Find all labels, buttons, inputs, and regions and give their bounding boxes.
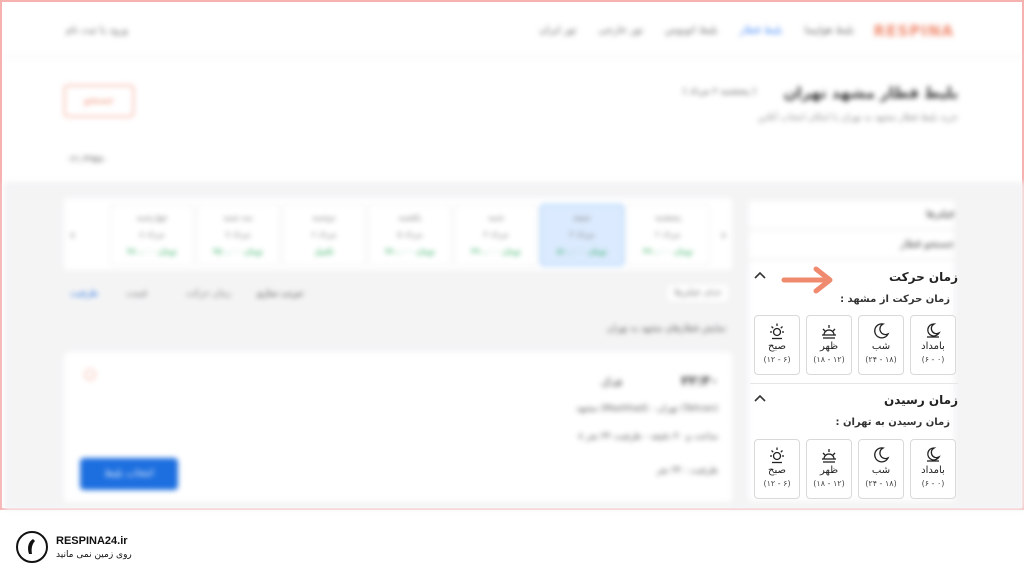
day-option[interactable]: چهارشنبه ۸ مرداد ۴۸۰,۰۰۰ تومان [110, 204, 194, 266]
departure-subtitle: زمان حرکت از مشهد : [840, 294, 950, 305]
brand-tagline: روی زمین نمی مانید [56, 550, 132, 560]
trip-capacity: ظرفیت : ۳۴ نفر [656, 466, 718, 476]
time-filter-panel: زمان حرکت زمان حرکت از مشهد : بامداد (۰ … [750, 260, 958, 510]
sun-icon [770, 323, 784, 340]
arrival-slot-dawn[interactable]: بامداد (۰ - ۶) [910, 439, 956, 499]
arrival-slots: بامداد (۰ - ۶) شب (۱۸ - ۲۴) ظهر (۱۲ - ۱۸… [750, 439, 956, 501]
moon-icon [927, 323, 941, 338]
arrival-section-header[interactable]: زمان رسیدن [750, 389, 958, 413]
departure-section-header[interactable]: زمان حرکت [750, 266, 958, 290]
nav-item-bus[interactable]: بلیط اتوبوس [665, 25, 718, 36]
sort-label: مرتب سازی: [256, 289, 305, 299]
trip-route: مشهد (Mashhad) - تهران (Tehran) [576, 404, 718, 414]
day-option[interactable]: سه شنبه ۷ مرداد ۴۵۰,۰۰۰ تومان [196, 204, 280, 266]
chevron-up-icon[interactable] [752, 268, 768, 284]
day-option-selected[interactable]: جمعه ۳ مرداد ۵۱۰,۰۰۰ تومان [540, 204, 624, 266]
buy-ticket-button[interactable]: انتخاب بلیط [80, 458, 178, 490]
trip-time: ۲۲:۳۰ [681, 374, 718, 389]
next-arrow-icon[interactable]: › [721, 228, 726, 242]
brand-name: RESPINA24.ir [56, 535, 128, 547]
login-link[interactable]: ورود یا ثبت نام [66, 25, 128, 36]
date-selector: ‹ › چهارشنبه ۸ مرداد ۴۸۰,۰۰۰ تومان سه شن… [64, 198, 732, 270]
crescent-icon [874, 323, 890, 339]
chevron-up-icon[interactable] [752, 391, 768, 407]
nav-item-train[interactable]: بلیط قطار [740, 25, 783, 36]
nav-item-iran-tour[interactable]: تور ایران [539, 25, 576, 36]
crescent-icon [874, 447, 890, 463]
support-phone: ۰۲۱-۴۹۵۸۰ [66, 155, 108, 165]
nav-item-flight[interactable]: بلیط هواپیما [804, 25, 854, 36]
trip-card: ۲۲:۳۰ فدک مشهد (Mashhad) - تهران (Tehran… [64, 352, 732, 502]
filter-heading: فیلترها [749, 201, 954, 230]
sunset-icon [822, 325, 836, 339]
brand-watermark: RESPINA24.ir روی زمین نمی مانید [16, 531, 146, 567]
departure-slot-night[interactable]: شب (۱۸ - ۲۴) [858, 315, 904, 375]
nav-item-foreign-tour[interactable]: تور خارجی [599, 25, 644, 36]
sort-option-time[interactable]: زمان حرکت [186, 289, 231, 299]
departure-title: زمان حرکت [888, 270, 958, 284]
prev-arrow-icon[interactable]: ‹ [70, 228, 75, 242]
arrival-title: زمان رسیدن [883, 393, 958, 407]
sort-option-capacity[interactable]: ظرفیت [70, 289, 98, 299]
section-divider [750, 383, 958, 384]
title-zone: بلیط قطار مشهد تهران ( پنجشنبه ۲ مرداد )… [4, 57, 1024, 182]
departure-slot-dawn[interactable]: بامداد (۰ - ۶) [910, 315, 956, 375]
bell-icon[interactable]: ○ [84, 366, 96, 382]
screenshot-frame: RESPINA بلیط هواپیما بلیط قطار بلیط اتوب… [0, 0, 1024, 510]
sun-icon [770, 447, 784, 464]
day-option[interactable]: پنجشنبه ۲ مرداد ۴۹۰,۰۰۰ تومان [626, 204, 710, 266]
date-chip: ( پنجشنبه ۲ مرداد ) [683, 87, 756, 97]
departure-slots: بامداد (۰ - ۶) شب (۱۸ - ۲۴) ظهر (۱۲ - ۱۸… [750, 315, 956, 377]
search-button[interactable]: جستجو [64, 85, 134, 117]
trip-train-name: فدک [601, 376, 622, 389]
train-search-filter[interactable]: جستجو قطار [749, 231, 954, 260]
page-subtitle: خرید بلیط قطار مشهد به تهران با امکان ان… [757, 113, 958, 123]
departure-slot-afternoon[interactable]: ظهر (۱۲ - ۱۸) [806, 315, 852, 375]
arrival-slot-morning[interactable]: صبح (۶ - ۱۲) [754, 439, 800, 499]
day-option[interactable]: دوشنبه ۶ مرداد تکمیل [282, 204, 366, 266]
day-option[interactable]: یکشنبه ۵ مرداد ۴۷۰,۰۰۰ تومان [368, 204, 452, 266]
main-nav: بلیط هواپیما بلیط قطار بلیط اتوبوس تور خ… [539, 25, 854, 36]
trip-info: ۸ ساعت و ۴۰ دقیقه - ظرفیت ۳۴ نفر [578, 432, 718, 442]
sort-option-price[interactable]: قیمت [126, 289, 147, 299]
brand-logo-icon [16, 531, 48, 563]
sort-bar: ظرفیت قیمت زمان حرکت مرتب سازی: حذف فیلت… [64, 285, 732, 307]
clear-filters-chip[interactable]: حذف فیلترها [668, 285, 728, 301]
site-logo[interactable]: RESPINA [874, 22, 954, 40]
arrival-subtitle: زمان رسیدن به تهران : [835, 417, 950, 428]
moon-icon [927, 447, 941, 462]
day-option[interactable]: شنبه ۴ مرداد ۴۹۰,۰۰۰ تومان [454, 204, 538, 266]
arrival-slot-afternoon[interactable]: ظهر (۱۲ - ۱۸) [806, 439, 852, 499]
site-header: RESPINA بلیط هواپیما بلیط قطار بلیط اتوب… [4, 4, 1024, 57]
sunset-icon [822, 449, 836, 463]
arrival-slot-night[interactable]: شب (۱۸ - ۲۴) [858, 439, 904, 499]
page-title: بلیط قطار مشهد تهران [783, 84, 958, 102]
departure-slot-morning[interactable]: صبح (۶ - ۱۲) [754, 315, 800, 375]
